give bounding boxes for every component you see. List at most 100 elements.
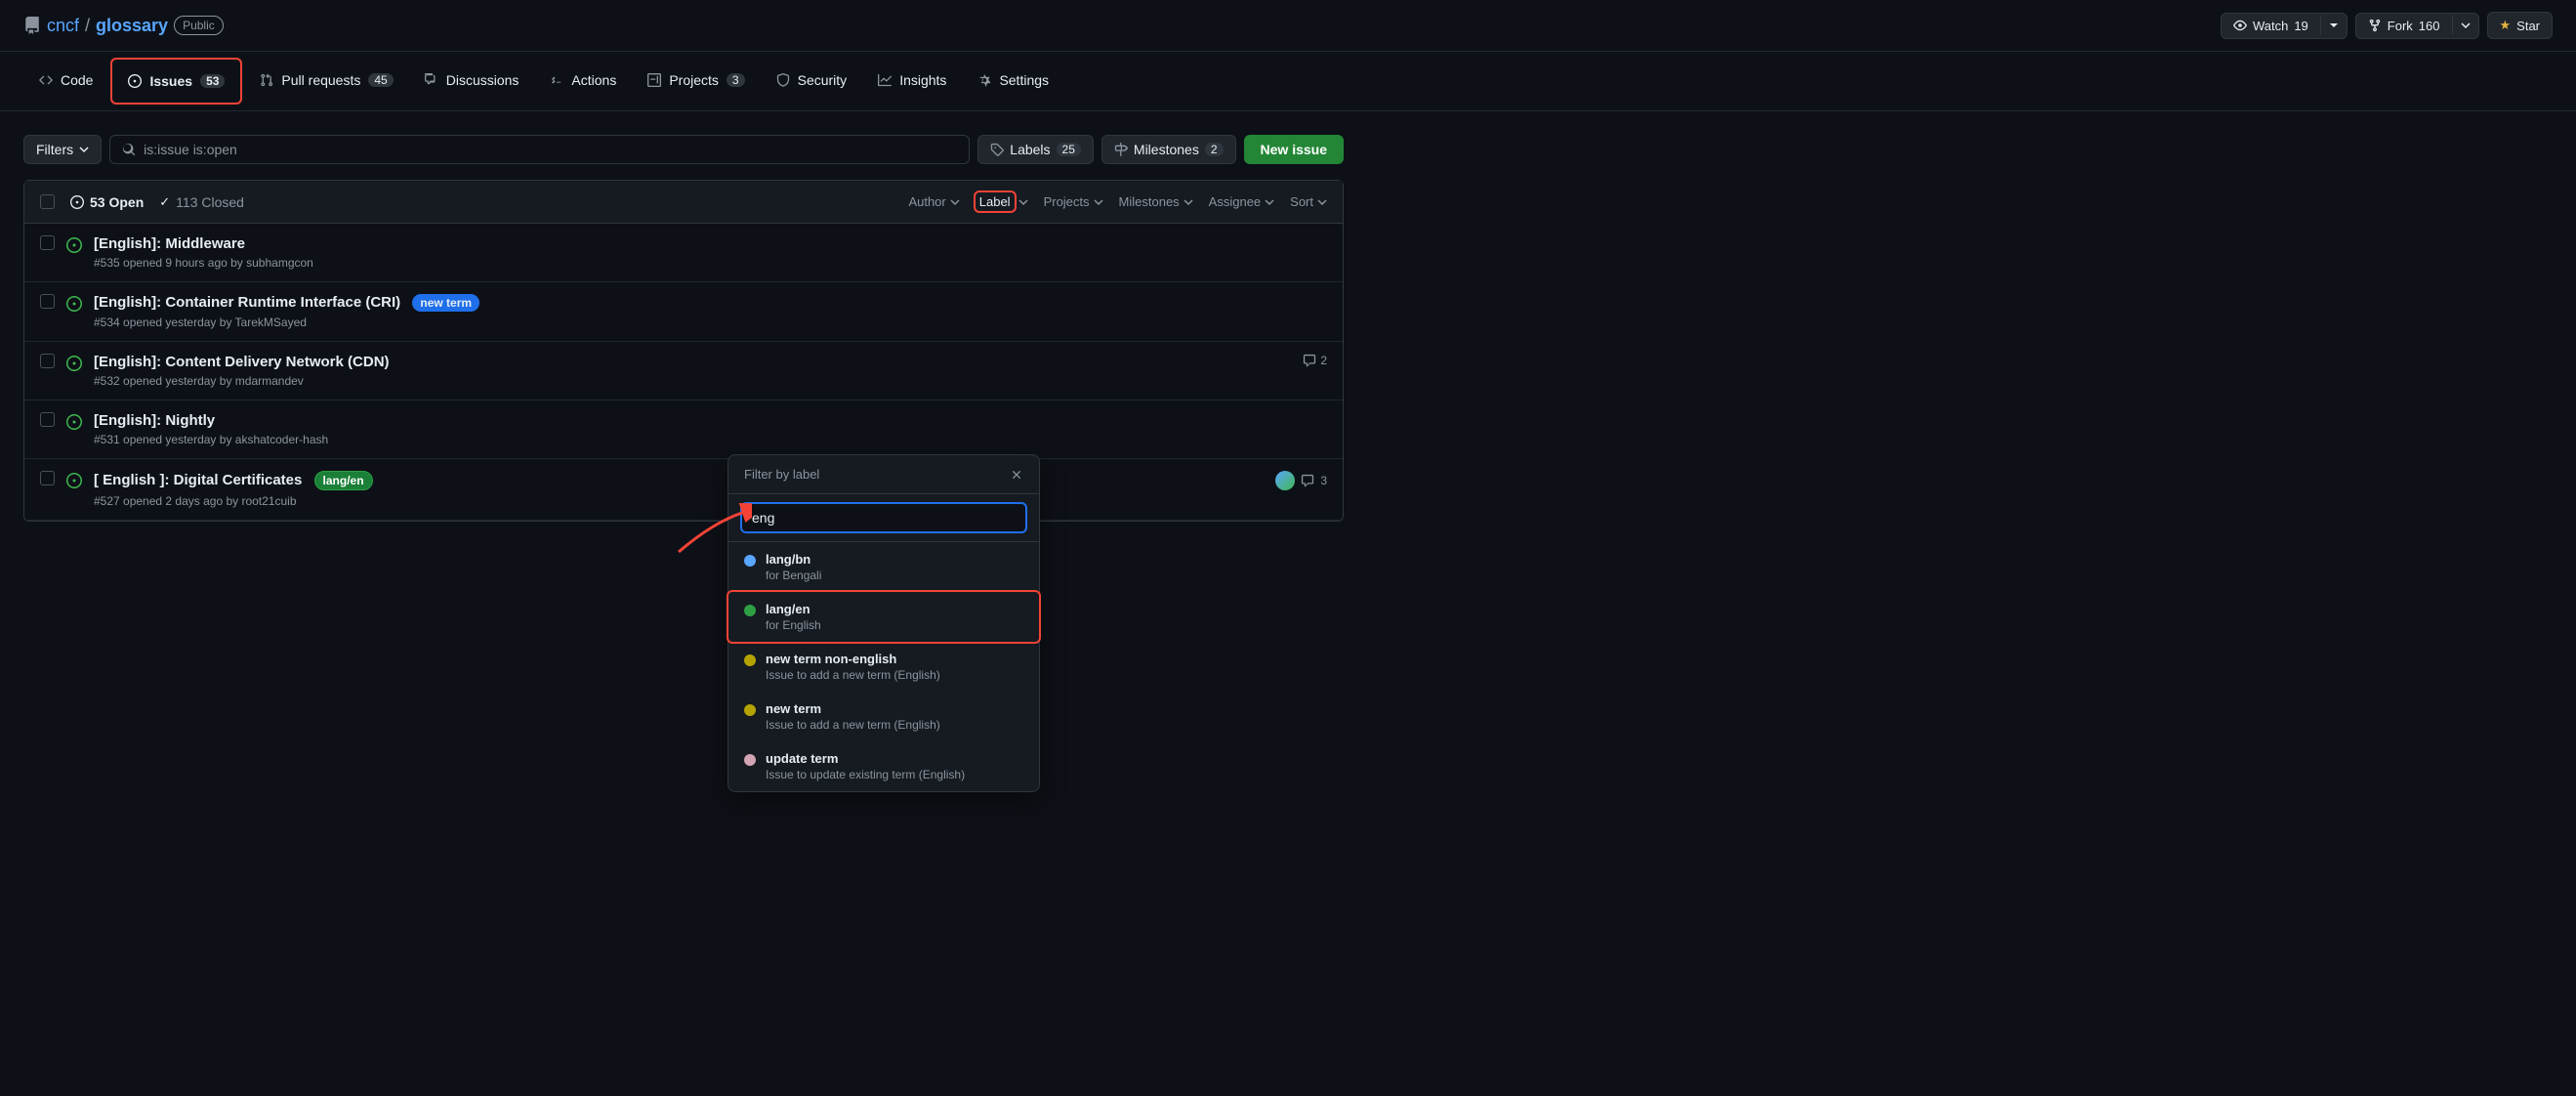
issue-checkbox-535[interactable] [40, 235, 55, 250]
label-badge-lang-en: lang/en [314, 471, 373, 490]
issue-checkbox-534[interactable] [40, 294, 55, 309]
fork-count: 160 [2419, 19, 2440, 33]
repo-title: cncf / glossary Public [23, 16, 224, 36]
new-term-dot [744, 704, 756, 716]
labels-button[interactable]: Labels 25 [977, 135, 1094, 164]
issue-title-534[interactable]: [English]: Container Runtime Interface (… [94, 294, 400, 311]
closed-count: 113 Closed [176, 194, 244, 210]
tab-settings[interactable]: Settings [962, 59, 1064, 104]
lang-en-desc: for English [766, 618, 821, 632]
dropdown-title: Filter by label [744, 467, 819, 482]
author-dropdown[interactable]: Author [908, 194, 959, 209]
red-arrow-indicator [674, 503, 752, 562]
tab-security[interactable]: Security [761, 59, 863, 104]
label-dropdown[interactable]: Label [976, 192, 1028, 211]
new-term-desc: Issue to add a new term (English) [766, 718, 940, 732]
chevron-down-milestones-icon [1184, 197, 1193, 207]
right-filter-btns: Labels 25 Milestones 2 New issue [977, 135, 1344, 164]
assignee-dropdown[interactable]: Assignee [1209, 194, 1274, 209]
label-search-input[interactable] [740, 502, 1027, 533]
close-icon[interactable] [1010, 468, 1023, 482]
new-term-name: new term [766, 701, 940, 716]
chevron-down-label-icon [1018, 197, 1028, 207]
table-row: [English]: Nightly #531 opened yesterday… [24, 400, 1343, 459]
label-item-lang-en[interactable]: lang/en for English [728, 592, 1039, 642]
milestones-button[interactable]: Milestones 2 [1101, 135, 1236, 164]
tab-insights-label: Insights [899, 72, 946, 88]
issue-checkbox-531[interactable] [40, 412, 55, 427]
tab-projects[interactable]: Projects 3 [632, 59, 760, 104]
issue-title-531[interactable]: [English]: Nightly [94, 412, 215, 429]
issue-title-527[interactable]: [ English ]: Digital Certificates [94, 472, 302, 488]
issue-icon [128, 74, 142, 88]
closed-issues-button[interactable]: ✓ 113 Closed [159, 194, 244, 210]
issue-title-535[interactable]: [English]: Middleware [94, 235, 245, 252]
chevron-down-assignee-icon [1265, 197, 1274, 207]
issue-open-icon [66, 237, 82, 253]
tab-security-label: Security [798, 72, 848, 88]
tab-discussions-label: Discussions [446, 72, 519, 88]
chevron-down-fork-icon [2461, 21, 2471, 30]
filters-button[interactable]: Filters [23, 135, 102, 164]
discussions-icon [425, 73, 438, 87]
projects-dropdown[interactable]: Projects [1044, 194, 1103, 209]
projects-count-badge: 3 [727, 73, 745, 87]
open-issues-button[interactable]: 53 Open [70, 194, 144, 210]
tab-pr-label: Pull requests [281, 72, 360, 88]
tab-insights[interactable]: Insights [862, 59, 962, 104]
issue-open-icon-534 [66, 296, 82, 312]
tab-issues[interactable]: Issues 53 [110, 58, 242, 105]
new-term-non-english-name: new term non-english [766, 652, 940, 666]
milestones-label: Milestones [1134, 142, 1199, 157]
watch-label: Watch [2253, 19, 2288, 33]
tab-pullrequests[interactable]: Pull requests 45 [244, 59, 408, 104]
projects-icon [647, 73, 661, 87]
chevron-down-sort-icon [1317, 197, 1327, 207]
tab-issues-label: Issues [149, 73, 192, 89]
label-item-update-term[interactable]: update term Issue to update existing ter… [728, 741, 1039, 791]
labels-count: 25 [1057, 143, 1081, 156]
issue-title-532[interactable]: [English]: Content Delivery Network (CDN… [94, 354, 390, 370]
search-input[interactable] [144, 142, 957, 157]
milestone-icon [1114, 143, 1128, 156]
repo-name[interactable]: glossary [96, 16, 168, 36]
main-content: Filters Labels 25 Milestones 2 New issue [0, 111, 1367, 545]
label-item-lang-bn[interactable]: lang/bn for Bengali [728, 542, 1039, 592]
avatar-527 [1275, 471, 1295, 490]
sort-dropdown[interactable]: Sort [1290, 194, 1327, 209]
issue-open-icon-527 [66, 473, 82, 488]
issue-open-icon-532 [66, 356, 82, 371]
search-box[interactable] [109, 135, 970, 164]
issue-checkbox-527[interactable] [40, 471, 55, 485]
repo-icon [23, 17, 41, 34]
label-item-new-term-non-english[interactable]: new term non-english Issue to add a new … [728, 642, 1039, 692]
org-name[interactable]: cncf [47, 16, 79, 36]
new-issue-button[interactable]: New issue [1244, 135, 1344, 164]
issue-meta-531: #531 opened yesterday by akshatcoder-has… [94, 433, 1327, 446]
lang-en-name: lang/en [766, 602, 821, 616]
sort-filter-label: Sort [1290, 194, 1313, 209]
select-all-checkbox[interactable] [40, 194, 55, 209]
update-term-desc: Issue to update existing term (English) [766, 768, 965, 781]
projects-filter-label: Projects [1044, 194, 1090, 209]
lang-bn-name: lang/bn [766, 552, 821, 567]
table-row: [English]: Middleware #535 opened 9 hour… [24, 224, 1343, 282]
tab-actions[interactable]: Actions [534, 59, 632, 104]
chevron-down-icon [2329, 21, 2339, 30]
pr-icon [260, 73, 273, 87]
tab-code[interactable]: Code [23, 59, 108, 104]
tab-actions-label: Actions [571, 72, 616, 88]
star-button[interactable]: ★ Star [2487, 12, 2554, 39]
label-item-new-term[interactable]: new term Issue to add a new term (Englis… [728, 692, 1039, 741]
author-label: Author [908, 194, 945, 209]
comment-count-527: 3 [1275, 471, 1327, 490]
milestones-dropdown[interactable]: Milestones [1119, 194, 1193, 209]
update-term-dot [744, 754, 756, 766]
issue-checkbox-532[interactable] [40, 354, 55, 368]
search-icon [122, 143, 136, 156]
tab-discussions[interactable]: Discussions [409, 59, 535, 104]
watch-button[interactable]: Watch 19 [2221, 13, 2347, 39]
nav-tabs: Code Issues 53 Pull requests 45 Discussi… [0, 52, 2576, 111]
fork-button[interactable]: Fork 160 [2355, 13, 2479, 39]
tab-projects-label: Projects [669, 72, 719, 88]
